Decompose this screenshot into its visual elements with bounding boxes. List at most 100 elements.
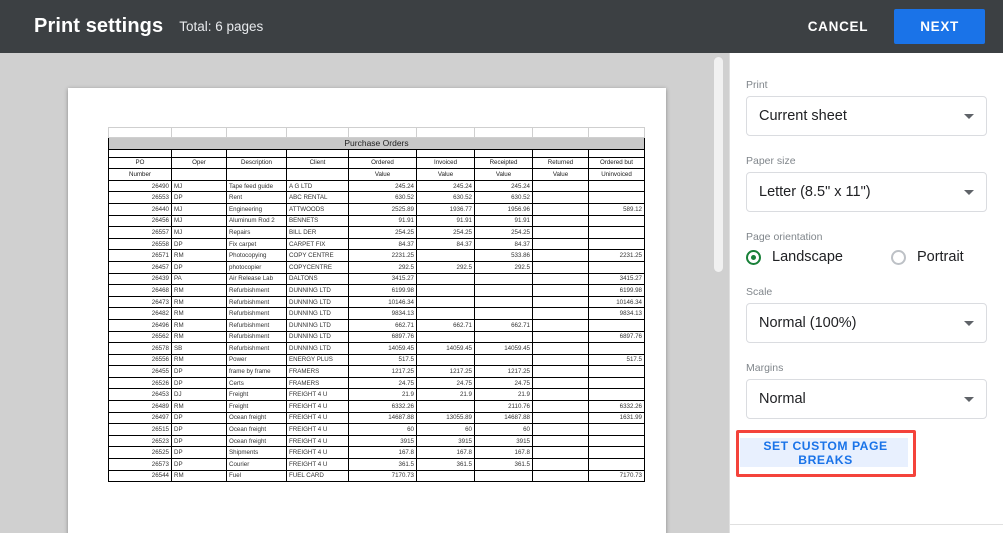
next-button[interactable]: NEXT <box>894 9 985 44</box>
table-cell: 6897.76 <box>349 331 417 343</box>
column-subheader: Value <box>417 169 475 181</box>
table-cell: FREIGHT 4 U <box>287 389 349 401</box>
table-cell: Freight <box>227 389 287 401</box>
table-cell: FREIGHT 4 U <box>287 401 349 413</box>
table-row: 26573DPCourierFREIGHT 4 U361.5361.5361.5 <box>109 459 645 471</box>
set-custom-page-breaks-button[interactable]: SET CUSTOM PAGE BREAKS <box>740 438 908 467</box>
table-cell <box>589 180 645 192</box>
table-cell: MJ <box>172 227 227 239</box>
table-cell: 6332.26 <box>349 401 417 413</box>
margins-select[interactable]: Normal <box>746 379 987 419</box>
table-row: 26456MJAluminum Rod 2BENNETS91.9191.9191… <box>109 215 645 227</box>
table-cell <box>475 273 533 285</box>
table-row: 26457DPphotocopierCOPYCENTRE292.5292.529… <box>109 261 645 273</box>
column-header: Invoiced <box>417 157 475 169</box>
scale-select-value: Normal (100%) <box>759 315 857 331</box>
table-cell <box>475 308 533 320</box>
cancel-button[interactable]: CANCEL <box>794 10 882 43</box>
table-cell: 14059.45 <box>349 343 417 355</box>
toolbar-actions: CANCEL NEXT <box>794 9 985 44</box>
empty-cell <box>287 128 349 138</box>
radio-portrait[interactable]: Portrait <box>891 249 964 265</box>
table-cell: 14059.45 <box>417 343 475 355</box>
column-header: Ordered but <box>589 157 645 169</box>
scale-select[interactable]: Normal (100%) <box>746 303 987 343</box>
table-cell: 6199.98 <box>589 285 645 297</box>
table-cell <box>589 261 645 273</box>
table-cell: 26473 <box>109 296 172 308</box>
print-preview-area: Purchase OrdersPOOperDescriptionClientOr… <box>0 53 729 533</box>
column-subheader: Value <box>533 169 589 181</box>
margins-label: Margins <box>746 362 987 374</box>
table-cell: 589.12 <box>589 203 645 215</box>
table-cell <box>533 319 589 331</box>
table-cell: Engineering <box>227 203 287 215</box>
table-cell <box>417 401 475 413</box>
table-cell <box>475 296 533 308</box>
table-row: 26523DPOcean freightFREIGHT 4 U391539153… <box>109 435 645 447</box>
table-cell: 245.24 <box>349 180 417 192</box>
table-row: 26489RMFreightFREIGHT 4 U6332.262110.766… <box>109 401 645 413</box>
table-cell <box>417 250 475 262</box>
table-cell: Air Release Lab <box>227 273 287 285</box>
table-cell <box>533 377 589 389</box>
chevron-down-icon <box>964 190 974 195</box>
margins-select-value: Normal <box>759 391 806 407</box>
table-cell: RM <box>172 331 227 343</box>
total-pages-label: Total: 6 pages <box>179 19 263 34</box>
paper-size-select[interactable]: Letter (8.5" x 11") <box>746 172 987 212</box>
preview-scrollbar-thumb[interactable] <box>714 57 723 272</box>
table-cell <box>533 227 589 239</box>
table-cell: 1631.99 <box>589 412 645 424</box>
table-cell: 7170.73 <box>349 470 417 482</box>
table-cell: 10146.34 <box>349 296 417 308</box>
table-cell: RM <box>172 308 227 320</box>
table-row: 26496RMRefurbishmentDUNNING LTD662.71662… <box>109 319 645 331</box>
table-cell: BILL DER <box>287 227 349 239</box>
table-cell: 1217.25 <box>349 366 417 378</box>
table-cell: CARPET FIX <box>287 238 349 250</box>
page-title: Print settings <box>34 15 163 38</box>
accordion-formatting[interactable]: Formatting <box>730 524 1003 533</box>
table-cell <box>475 331 533 343</box>
column-subheader: Value <box>349 169 417 181</box>
table-cell <box>589 215 645 227</box>
table-row: 26440MJEngineeringATTWOODS2525.891936.77… <box>109 203 645 215</box>
table-cell: 26489 <box>109 401 172 413</box>
margins-field-group: Margins Normal <box>746 362 987 419</box>
table-cell <box>417 285 475 297</box>
table-cell: Refurbishment <box>227 319 287 331</box>
table-cell: 84.37 <box>417 238 475 250</box>
table-cell: Fix carpet <box>227 238 287 250</box>
paper-size-select-value: Letter (8.5" x 11") <box>759 184 871 200</box>
column-subheader: Number <box>109 169 172 181</box>
empty-cell <box>589 128 645 138</box>
table-cell <box>533 238 589 250</box>
table-cell: Refurbishment <box>227 296 287 308</box>
empty-cell <box>109 128 172 138</box>
table-cell: 1217.25 <box>417 366 475 378</box>
empty-cell <box>172 149 227 157</box>
table-cell <box>533 412 589 424</box>
preview-scrollbar[interactable] <box>715 53 726 533</box>
table-cell: RM <box>172 250 227 262</box>
print-select[interactable]: Current sheet <box>746 96 987 136</box>
table-cell <box>533 285 589 297</box>
table-cell: FREIGHT 4 U <box>287 447 349 459</box>
table-row: 26556RMPowerENERGY PLUS517.5517.5 <box>109 354 645 366</box>
preview-page: Purchase OrdersPOOperDescriptionClientOr… <box>68 88 666 533</box>
table-row: 26553DPRentABC RENTAL630.52630.52630.52 <box>109 192 645 204</box>
table-row: 26525DPShipmentsFREIGHT 4 U167.8167.8167… <box>109 447 645 459</box>
table-cell: 167.8 <box>349 447 417 459</box>
column-header: Oper <box>172 157 227 169</box>
table-spacer-row <box>109 128 645 138</box>
table-cell <box>417 331 475 343</box>
table-cell <box>475 470 533 482</box>
empty-cell <box>227 128 287 138</box>
radio-landscape[interactable]: Landscape <box>746 249 843 265</box>
chevron-down-icon <box>964 321 974 326</box>
table-cell <box>417 354 475 366</box>
table-cell: FRAMERS <box>287 366 349 378</box>
table-cell: DJ <box>172 389 227 401</box>
empty-cell <box>349 149 417 157</box>
